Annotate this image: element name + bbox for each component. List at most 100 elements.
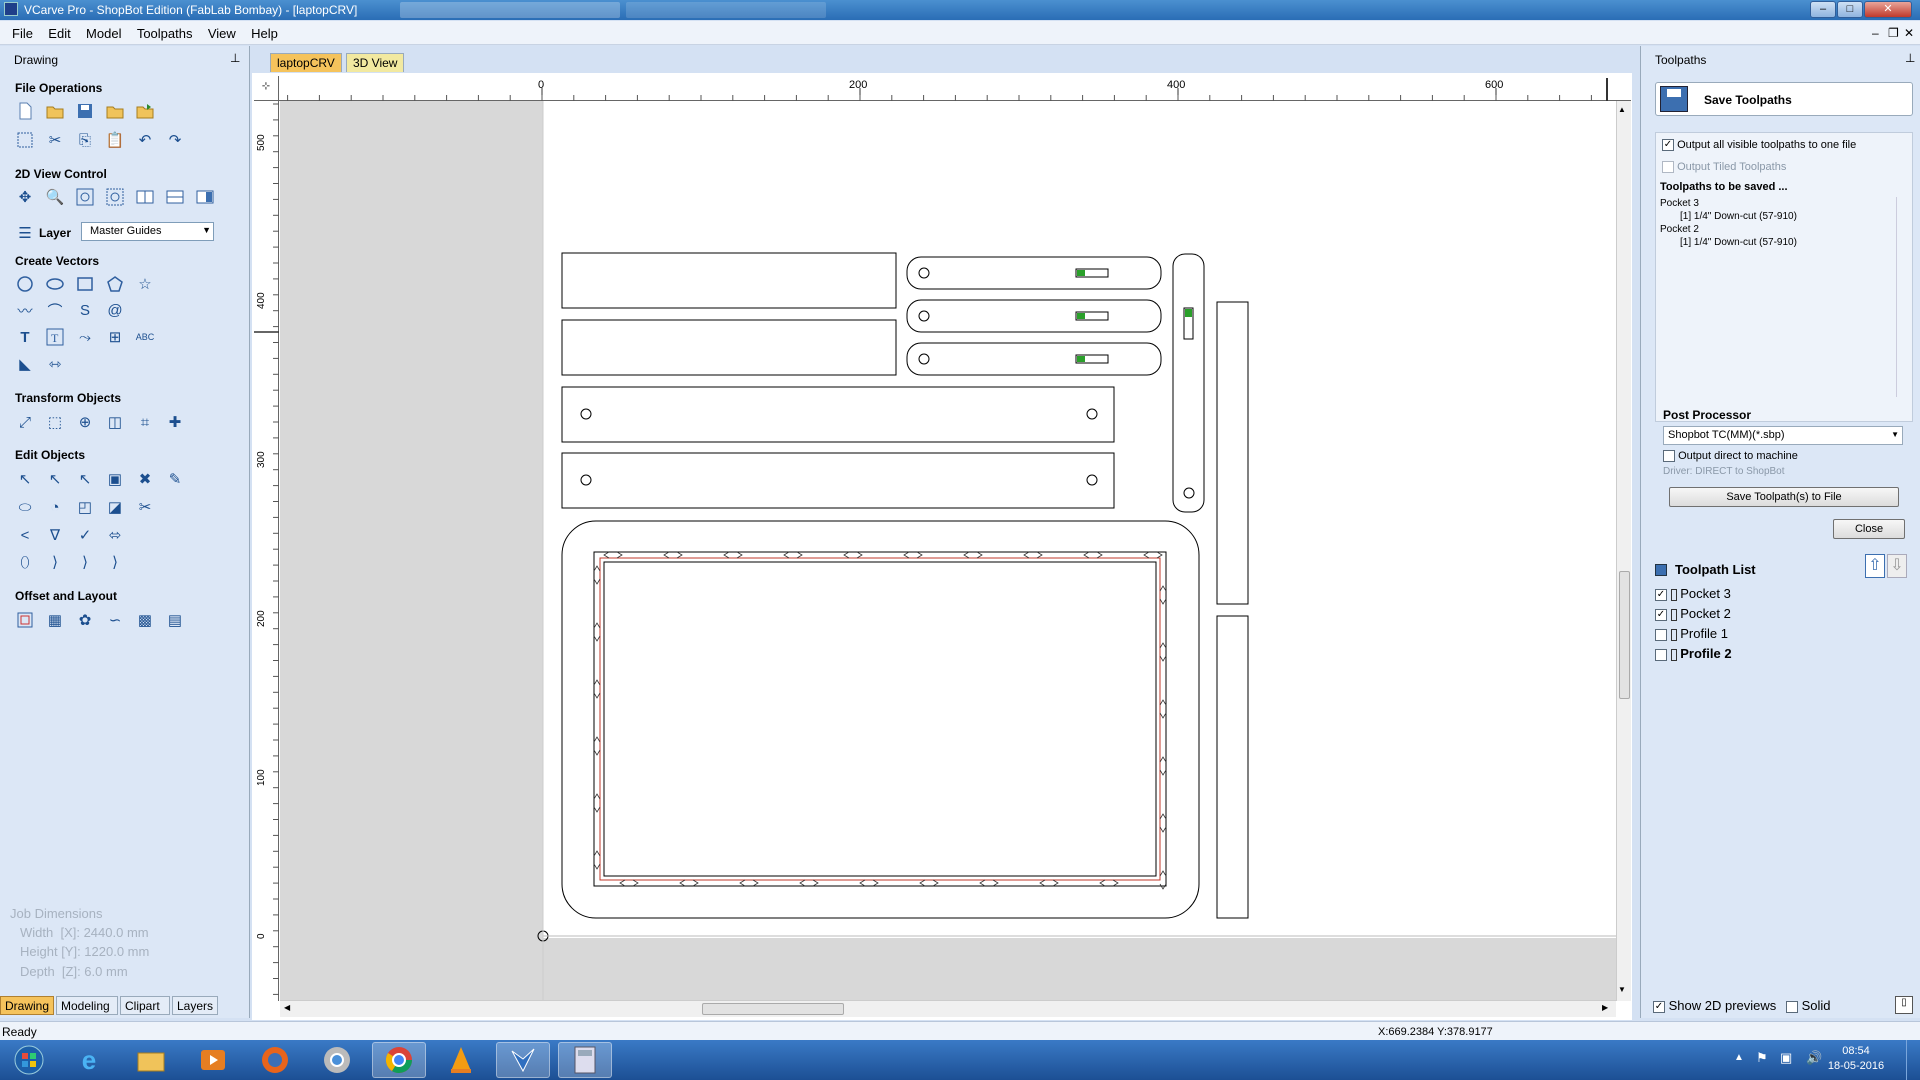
corner-icon[interactable]: ⟩ — [45, 552, 65, 572]
toolpath-item-pocket-3[interactable]: ✓ Pocket 3 — [1655, 584, 1732, 604]
post-processor-select[interactable]: Shopbot TC(MM)(*.sbp) ▼ — [1663, 426, 1903, 445]
vertical-scrollbar[interactable]: ▲ ▼ — [1616, 101, 1631, 1001]
save-icon[interactable] — [75, 101, 95, 121]
scroll-right-icon[interactable]: ▶ — [1602, 1003, 1608, 1012]
vector-hole[interactable] — [1086, 474, 1098, 486]
toolpath-item-pocket-2[interactable]: ✓ Pocket 2 — [1655, 604, 1732, 624]
draw-ellipse-icon[interactable] — [45, 274, 65, 294]
extend-icon[interactable]: ⬄ — [105, 525, 125, 545]
weld-icon[interactable]: ⬭ — [15, 497, 35, 517]
draw-star-icon[interactable]: ☆ — [135, 274, 155, 294]
trim-icon[interactable]: ✎ — [165, 469, 185, 489]
nesting-icon[interactable]: ▩ — [135, 610, 155, 630]
show-2d-checkbox[interactable]: ✓ — [1653, 1000, 1665, 1013]
smooth-icon[interactable]: ⬯ — [15, 552, 35, 572]
chrome-icon[interactable] — [372, 1042, 426, 1078]
copy-along-vector-icon[interactable]: ∽ — [105, 610, 125, 630]
selection-tool-icon[interactable]: ▣ — [105, 469, 125, 489]
toolpath-checkbox[interactable] — [1655, 628, 1667, 641]
firefox-icon[interactable] — [248, 1042, 302, 1078]
tab-layers[interactable]: Layers — [172, 996, 218, 1015]
join-icon[interactable]: < — [15, 525, 35, 545]
vector-hole[interactable] — [1086, 408, 1098, 420]
menu-toolpaths[interactable]: Toolpaths — [131, 21, 199, 41]
menu-edit[interactable]: Edit — [42, 21, 76, 41]
vector-side-strip-2[interactable] — [1216, 615, 1249, 919]
list-scrollbar[interactable] — [1896, 197, 1908, 397]
menu-view[interactable]: View — [202, 21, 242, 41]
toggle-view-icon[interactable] — [195, 187, 215, 207]
draw-curve-icon[interactable]: ⌒ — [45, 300, 65, 320]
vector-hole[interactable] — [918, 267, 930, 279]
clock[interactable]: 08:54 18-05-2016 — [1820, 1044, 1892, 1074]
array-icon[interactable]: ▦ — [45, 610, 65, 630]
delete-icon[interactable]: ✖ — [135, 469, 155, 489]
node-edit-icon[interactable]: ↖ — [45, 469, 65, 489]
chrome-canary-icon[interactable] — [310, 1042, 364, 1078]
calculator-icon[interactable] — [558, 1042, 612, 1078]
vector-pocket-inner[interactable] — [603, 561, 1157, 877]
solid-checkbox[interactable] — [1786, 1000, 1798, 1013]
tab-3d-view[interactable]: 3D View — [346, 53, 405, 72]
new-file-icon[interactable] — [15, 101, 35, 121]
menu-model[interactable]: Model — [80, 21, 127, 41]
explorer-icon[interactable] — [124, 1042, 178, 1078]
redo-icon[interactable]: ↷ — [165, 130, 185, 150]
toolpath-checkbox[interactable]: ✓ — [1655, 588, 1667, 601]
zoom-all-icon[interactable] — [75, 187, 95, 207]
vector-pocket-outer[interactable] — [593, 551, 1167, 887]
output-all-checkbox[interactable]: ✓ — [1662, 139, 1674, 152]
vector-panel-1[interactable] — [561, 252, 897, 309]
rotate-icon[interactable]: ✚ — [165, 412, 185, 432]
vector-hole[interactable] — [918, 353, 930, 365]
auto-nest-icon[interactable]: ▤ — [165, 610, 185, 630]
copy-icon[interactable]: ⎘ — [75, 130, 95, 150]
start-button[interactable] — [2, 1042, 56, 1078]
move-icon[interactable]: ⤢ — [15, 412, 35, 432]
select-icon[interactable]: ↖ — [15, 469, 35, 489]
toolpath-checkbox[interactable] — [1655, 648, 1667, 661]
vector-vertical-strip[interactable] — [1172, 253, 1205, 513]
save-toolpaths-button[interactable]: Save Toolpath(s) to File — [1669, 487, 1899, 507]
toolpath-item-profile-1[interactable]: Profile 1 — [1655, 624, 1732, 644]
text-box-icon[interactable]: T — [45, 327, 65, 347]
paste-icon[interactable]: 📋 — [105, 130, 125, 150]
horizontal-scroll-thumb[interactable] — [702, 1003, 844, 1015]
zoom-selection-icon[interactable] — [105, 187, 125, 207]
cut-icon[interactable]: ✂ — [45, 130, 65, 150]
draw-polygon-icon[interactable] — [105, 274, 125, 294]
draw-circle-icon[interactable] — [15, 274, 35, 294]
pin-icon[interactable]: ⊥ — [1905, 51, 1915, 65]
move-up-icon[interactable]: ⇧ — [1865, 554, 1885, 578]
preview-settings-icon[interactable]: ▯ — [1895, 996, 1913, 1014]
vector-hole[interactable] — [580, 408, 592, 420]
fillet-icon[interactable]: ◪ — [105, 497, 125, 517]
close-panel-button[interactable]: Close — [1833, 519, 1905, 539]
import-bitmap-icon[interactable] — [135, 101, 155, 121]
ie-icon[interactable]: e — [62, 1042, 116, 1078]
circular-array-icon[interactable]: ✿ — [75, 610, 95, 630]
menu-help[interactable]: Help — [245, 21, 284, 41]
horizontal-split-icon[interactable] — [165, 187, 185, 207]
vector-panel-4[interactable] — [561, 452, 1115, 509]
draw-rectangle-icon[interactable] — [75, 274, 95, 294]
scroll-down-icon[interactable]: ▼ — [1618, 985, 1626, 994]
show-desktop-button[interactable] — [1906, 1040, 1920, 1080]
vector-main-panel[interactable] — [561, 520, 1200, 919]
close-vector-icon[interactable]: ∇ — [45, 525, 65, 545]
scroll-up-icon[interactable]: ▲ — [1618, 105, 1626, 114]
pin-icon[interactable]: ⊥ — [230, 51, 240, 65]
scissors-icon[interactable]: ✂ — [135, 497, 155, 517]
vector-hole[interactable] — [918, 310, 930, 322]
vertical-scroll-thumb[interactable] — [1619, 571, 1630, 699]
vector-slot-panel-3[interactable] — [906, 342, 1162, 376]
toolpath-item-profile-2[interactable]: Profile 2 — [1655, 644, 1732, 664]
align-icon[interactable]: ⊕ — [75, 412, 95, 432]
offset-icon[interactable] — [15, 610, 35, 630]
abc-icon[interactable]: ABC — [135, 327, 155, 347]
action-center-icon[interactable]: ⚑ — [1756, 1050, 1768, 1066]
vector-hole[interactable] — [580, 474, 592, 486]
draw-spiral-icon[interactable]: @ — [105, 300, 125, 320]
auto-layout-text-icon[interactable]: ⊞ — [105, 327, 125, 347]
vector-side-strip-1[interactable] — [1216, 301, 1249, 605]
